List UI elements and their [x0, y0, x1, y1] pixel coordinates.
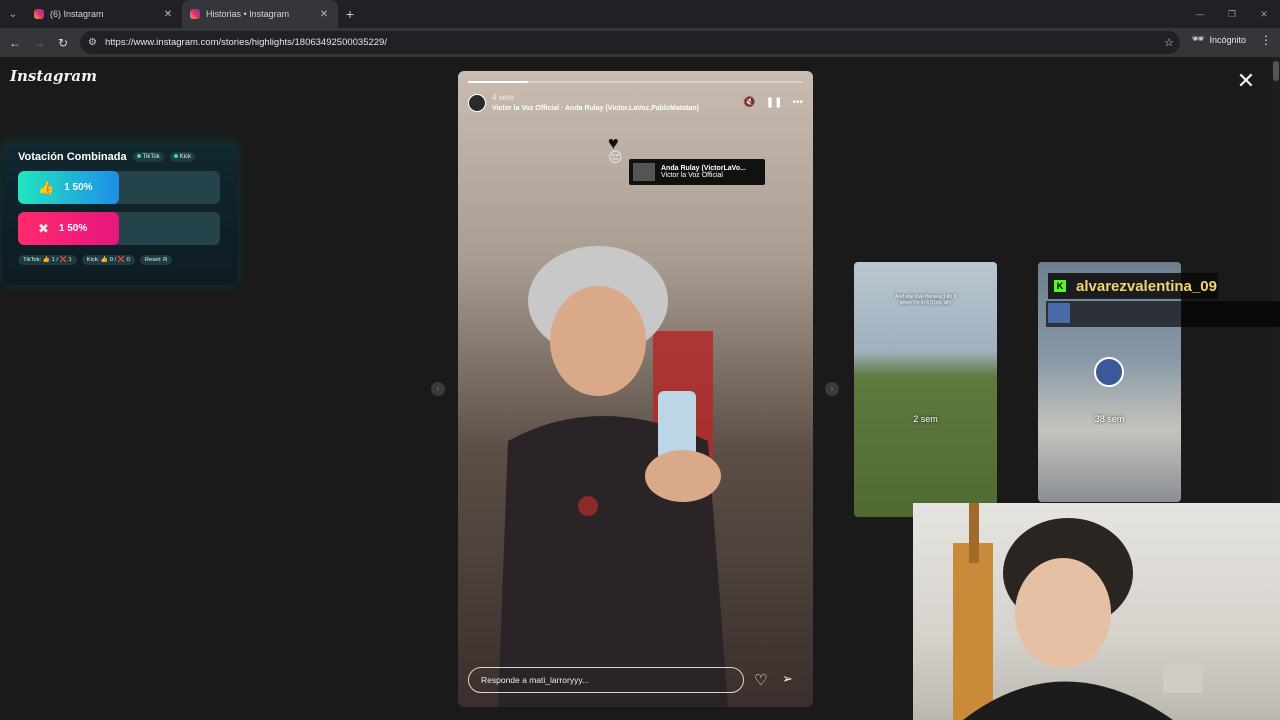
- story-controls: 🔇 ❚❚ •••: [743, 97, 803, 108]
- music-sticker[interactable]: Anda Rulay (VictorLaVo... Victor la Voz …: [629, 159, 765, 185]
- tab-strip: ⌄ (6) Instagram ✕ Historias • Instagram …: [0, 0, 1280, 28]
- story-time: 4 sem: [492, 93, 514, 102]
- browser-menu-icon[interactable]: ⋮: [1260, 33, 1272, 47]
- kick-logo-icon: K: [1054, 280, 1066, 292]
- kick-username-tag: K alvarezvalentina_09: [1048, 273, 1218, 299]
- incognito-label: Incógnito: [1209, 34, 1246, 45]
- vote-count-kick: Kick: 👍 0 / ❌ 0: [81, 255, 135, 265]
- send-icon[interactable]: ➢: [782, 671, 793, 687]
- kick-mini-avatar: [1048, 303, 1070, 323]
- window-controls: — ❐ ✕: [1184, 0, 1280, 28]
- next-story-preview[interactable]: And she love the way I do it when I'm in…: [854, 262, 997, 517]
- vote-reset: Reset: R: [139, 255, 173, 265]
- music-sticker-title: Anda Rulay (VictorLaVo...: [661, 165, 746, 172]
- back-button[interactable]: ←: [3, 31, 27, 55]
- restore-icon[interactable]: ❐: [1216, 0, 1248, 28]
- vote-bar-yes: 👍 1 50%: [18, 171, 220, 204]
- instagram-logo[interactable]: Instagram: [10, 67, 97, 85]
- sad-face-icon: 😔: [608, 149, 623, 165]
- address-bar[interactable]: ⚙ https://www.instagram.com/stories/high…: [80, 31, 1180, 54]
- webcam-image: [953, 503, 1203, 720]
- tab-search-button[interactable]: ⌄: [0, 0, 26, 28]
- vote-bar-no: ✖ 1 50%: [18, 212, 220, 245]
- site-info-icon[interactable]: ⚙: [88, 37, 97, 48]
- kick-sub-bar: [1046, 301, 1280, 327]
- platform-pill-tiktok: TikTok: [132, 152, 164, 162]
- story-viewer[interactable]: 4 sem Victor la Voz Official · Anda Rula…: [458, 71, 813, 707]
- platform-pill-kick: Kick: [169, 152, 196, 162]
- minimize-icon[interactable]: —: [1184, 0, 1216, 28]
- story-avatar[interactable]: [468, 93, 486, 112]
- tab-close-icon[interactable]: ✕: [162, 9, 174, 20]
- like-heart-icon[interactable]: ♡: [754, 671, 767, 689]
- vote-count-tiktok: TikTok: 👍 1 / ❌ 1: [18, 255, 77, 265]
- new-tab-button[interactable]: +: [338, 6, 362, 22]
- story-music[interactable]: Victor la Voz Official · Anda Rulay (Vic…: [492, 105, 699, 112]
- preview-time: 38 sem: [1094, 414, 1125, 424]
- music-sticker-artist: Victor la Voz Official: [661, 172, 723, 179]
- tab-title: (6) Instagram: [50, 9, 104, 19]
- mute-icon[interactable]: 🔇: [743, 97, 755, 108]
- pause-icon[interactable]: ❚❚: [766, 97, 783, 108]
- platform-label: TikTok: [142, 154, 160, 160]
- tab-title: Historias • Instagram: [206, 9, 290, 19]
- next-story-arrow-icon[interactable]: ›: [825, 382, 839, 396]
- music-sticker-text: Anda Rulay (VictorLaVo... Victor la Voz …: [661, 165, 746, 179]
- reply-input[interactable]: Responde a mati_larroryyy...: [468, 667, 744, 693]
- preview-avatar: [1094, 357, 1124, 387]
- instagram-favicon-icon: [34, 9, 44, 19]
- tab-instagram[interactable]: (6) Instagram ✕: [26, 0, 182, 28]
- prev-story-arrow-icon[interactable]: ‹: [431, 382, 445, 396]
- kick-username: alvarezvalentina_09: [1076, 277, 1217, 295]
- vote-fill-no: ✖ 1 50%: [18, 212, 119, 245]
- vote-fill-yes: 👍 1 50%: [18, 171, 119, 204]
- incognito-icon: 🕶: [1191, 34, 1205, 45]
- vote-label-yes: 1 50%: [64, 182, 93, 193]
- close-window-icon[interactable]: ✕: [1248, 0, 1280, 28]
- instagram-stories-page: Instagram ✕ Votación Combinada TikTok Ki…: [0, 57, 1280, 720]
- forward-button[interactable]: →: [27, 31, 51, 55]
- vote-label-no: 1 50%: [58, 223, 88, 234]
- tab-close-icon[interactable]: ✕: [318, 9, 330, 20]
- close-stories-icon[interactable]: ✕: [1234, 69, 1258, 93]
- vote-title: Votación Combinada: [18, 151, 127, 163]
- url-text[interactable]: https://www.instagram.com/stories/highli…: [105, 37, 1158, 48]
- music-sticker-thumbnail: [633, 163, 655, 181]
- story-progress-fill: [468, 81, 529, 83]
- more-options-icon[interactable]: •••: [792, 97, 803, 108]
- cross-icon: ✖: [38, 220, 49, 236]
- thumbs-up-icon: 👍: [38, 179, 55, 195]
- incognito-indicator[interactable]: 🕶 Incógnito: [1192, 34, 1246, 45]
- bookmark-star-icon[interactable]: ☆: [1158, 36, 1180, 49]
- story-header: 4 sem Victor la Voz Official · Anda Rula…: [468, 93, 803, 112]
- platform-label: Kick: [179, 154, 192, 160]
- preview-time: 2 sem: [913, 414, 938, 424]
- vote-overlay: Votación Combinada TikTok Kick 👍 1 50% ✖…: [2, 142, 238, 285]
- reload-button[interactable]: ↻: [51, 31, 75, 55]
- story-meta: 4 sem Victor la Voz Official · Anda Rula…: [492, 93, 699, 112]
- instagram-favicon-icon: [190, 9, 200, 19]
- webcam-feed: [913, 503, 1280, 720]
- vote-footer: TikTok: 👍 1 / ❌ 1 Kick: 👍 0 / ❌ 0 Reset:…: [18, 255, 222, 265]
- story-progress: [468, 81, 803, 83]
- preview-caption: And she love the way I do it when I'm in…: [894, 294, 957, 306]
- scrollbar-thumb[interactable]: [1273, 61, 1279, 81]
- browser-toolbar: ← → ↻ ⚙ https://www.instagram.com/storie…: [0, 28, 1280, 57]
- story-photo: [498, 246, 728, 707]
- vote-header: Votación Combinada TikTok Kick: [18, 151, 222, 163]
- tab-historias[interactable]: Historias • Instagram ✕: [182, 0, 338, 28]
